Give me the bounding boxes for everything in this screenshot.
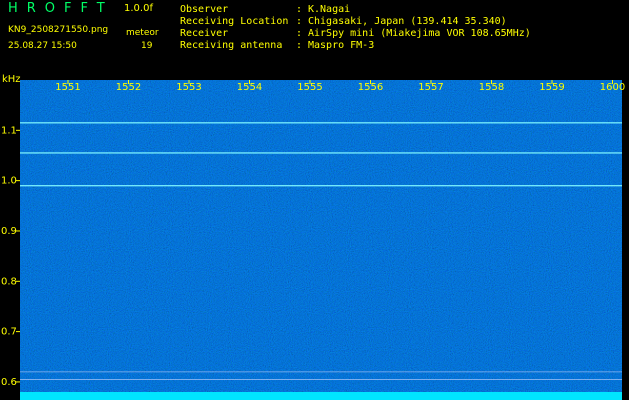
meta-observer-value: K.Nagai [308, 4, 351, 15]
meta-receiver-key: Receiver [180, 28, 229, 39]
meteor-label: meteor [126, 28, 159, 38]
app-title: HROFFT [8, 1, 114, 16]
meta-observer-key: Observer [180, 4, 229, 15]
meta-receiver-value: AirSpy mini (Miakejima VOR 108.65MHz) [308, 28, 531, 39]
filename-label: KN9_2508271550.png [8, 25, 109, 35]
y-tick-label: 0.8 [1, 276, 17, 287]
meta-sep: : [296, 40, 303, 51]
meta-antenna-key: Receiving antenna [180, 40, 283, 51]
version-label: 1.0.0f [124, 3, 153, 14]
y-tick-label: 0.6 [1, 377, 17, 388]
y-tick-label: 0.7 [1, 327, 17, 338]
meteor-count: 19 [141, 41, 153, 51]
y-tick-label: 0.9 [1, 226, 17, 237]
meta-sep: : [296, 28, 303, 39]
meta-sep: : [296, 16, 303, 27]
meta-location-value: Chigasaki, Japan (139.414 35.340) [308, 16, 507, 27]
bottom-band [20, 392, 622, 400]
meta-sep: : [296, 4, 303, 15]
spectrogram-chart: 1551 1552 1553 1554 1555 1556 1557 1558 1559 1600… [1, 74, 625, 400]
plot-noise [20, 80, 622, 392]
y-tick-label: 1.0 [1, 176, 17, 187]
y-tick-label: 1.1 [1, 125, 17, 136]
y-axis-unit: kHz [2, 74, 21, 85]
meta-antenna-value: Maspro FM-3 [308, 40, 375, 51]
meta-location-key: Receiving Location [180, 16, 289, 27]
datetime-label: 25.08.27 15:50 [8, 41, 77, 51]
